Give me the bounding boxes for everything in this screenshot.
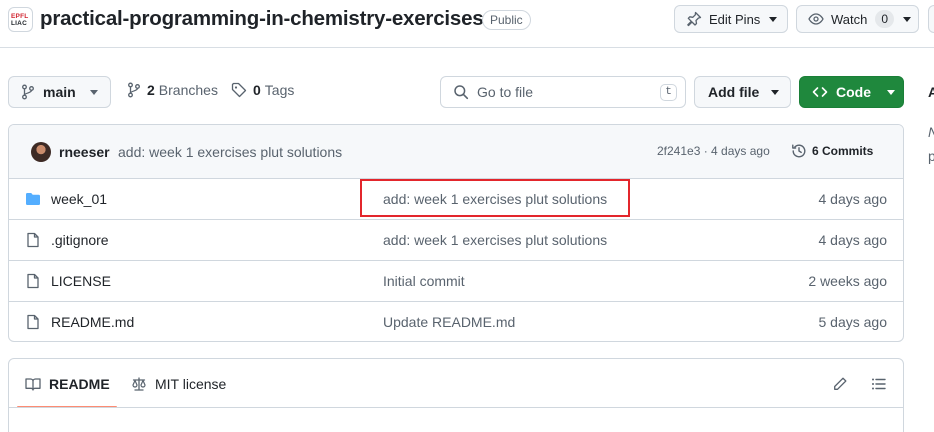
file-row[interactable]: .gitignore add: week 1 exercises plut so…: [9, 220, 903, 261]
commit-hash-time[interactable]: 2f241e3 · 4 days ago: [657, 144, 770, 158]
pencil-icon[interactable]: [832, 376, 848, 392]
add-file-label: Add file: [708, 84, 760, 100]
readme-divider: [9, 407, 903, 408]
branch-icon: [21, 84, 35, 100]
file-name[interactable]: LICENSE: [51, 273, 111, 289]
outline-list-icon[interactable]: [871, 376, 887, 392]
edit-pins-button[interactable]: Edit Pins: [674, 5, 788, 33]
file-date: 5 days ago: [818, 314, 888, 330]
branches-link[interactable]: 2 Branches: [127, 82, 218, 98]
watch-count: 0: [875, 10, 895, 28]
fork-button-edge[interactable]: [928, 5, 934, 33]
file-name[interactable]: README.md: [51, 314, 134, 330]
search-input[interactable]: [477, 84, 647, 100]
file-row[interactable]: README.md Update README.md 5 days ago: [9, 302, 903, 341]
tab-license[interactable]: MIT license: [131, 376, 226, 392]
tags-link[interactable]: 0 Tags: [231, 82, 294, 98]
file-name[interactable]: .gitignore: [51, 232, 109, 248]
chevron-down-icon: [887, 89, 895, 95]
add-file-button[interactable]: Add file: [694, 76, 791, 108]
file-row[interactable]: week_01 add: week 1 exercises plut solut…: [9, 179, 903, 220]
file-commit-message[interactable]: add: week 1 exercises plut solutions: [383, 191, 607, 207]
chevron-down-icon: [771, 89, 780, 95]
folder-icon: [25, 191, 41, 207]
history-icon: [792, 144, 806, 158]
book-icon: [25, 378, 41, 391]
sidebar-about-heading: A: [928, 84, 934, 100]
file-name[interactable]: week_01: [51, 191, 107, 207]
pin-icon: [686, 11, 702, 27]
tab-readme-label: README: [49, 376, 110, 392]
file-row[interactable]: LICENSE Initial commit 2 weeks ago: [9, 261, 903, 302]
branches-count: 2: [147, 82, 155, 98]
code-icon: [812, 84, 828, 100]
commit-author[interactable]: rneeser: [59, 144, 110, 160]
avatar[interactable]: [31, 142, 51, 162]
branch-name: main: [43, 84, 76, 100]
chevron-down-icon: [903, 16, 912, 22]
go-to-file-search[interactable]: t: [440, 76, 686, 108]
branches-label: Branches: [158, 82, 218, 98]
org-avatar-line2: LIAC: [11, 20, 27, 27]
file-icon: [25, 232, 41, 248]
tags-label: Tags: [264, 82, 295, 98]
commits-history-link[interactable]: 6 Commits: [791, 143, 873, 159]
eye-icon: [808, 11, 824, 27]
code-button[interactable]: Code: [799, 76, 904, 108]
readme-panel: README MIT license: [8, 358, 904, 432]
commits-count: 6 Commits: [812, 144, 874, 158]
org-avatar-line1: EPFL: [11, 13, 29, 20]
header-divider: [0, 47, 934, 48]
file-commit-message[interactable]: Initial commit: [383, 273, 465, 289]
sidebar-description-fragment: N: [928, 124, 934, 140]
visibility-badge: Public: [482, 10, 531, 30]
file-icon: [25, 314, 41, 330]
latest-commit-bar: rneeser add: week 1 exercises plut solut…: [9, 125, 903, 179]
file-date: 2 weeks ago: [808, 273, 887, 289]
chevron-down-icon: [89, 89, 98, 95]
file-icon: [25, 273, 41, 289]
watch-label: Watch: [831, 11, 868, 27]
keyboard-shortcut-hint: t: [660, 84, 677, 101]
tab-license-label: MIT license: [155, 376, 227, 392]
org-avatar[interactable]: EPFL LIAC: [8, 7, 33, 32]
file-commit-message[interactable]: Update README.md: [383, 314, 515, 330]
branch-icon: [127, 82, 141, 98]
code-label: Code: [836, 84, 871, 100]
branch-selector[interactable]: main: [8, 76, 111, 108]
tags-count: 0: [253, 82, 261, 98]
chevron-down-icon: [769, 16, 778, 22]
search-icon: [453, 84, 469, 100]
tab-readme[interactable]: README: [25, 376, 110, 392]
commit-message[interactable]: add: week 1 exercises plut solutions: [118, 144, 342, 160]
file-browser: rneeser add: week 1 exercises plut solut…: [8, 124, 904, 342]
file-date: 4 days ago: [818, 191, 888, 207]
file-commit-message[interactable]: add: week 1 exercises plut solutions: [383, 232, 607, 248]
edit-pins-label: Edit Pins: [709, 11, 761, 27]
watch-button[interactable]: Watch 0: [796, 5, 919, 33]
repo-name[interactable]: practical-programming-in-chemistry-exerc…: [40, 7, 484, 31]
tag-icon: [231, 82, 247, 98]
file-date: 4 days ago: [818, 232, 888, 248]
law-icon: [132, 377, 146, 391]
sidebar-description-fragment: p: [928, 148, 934, 164]
